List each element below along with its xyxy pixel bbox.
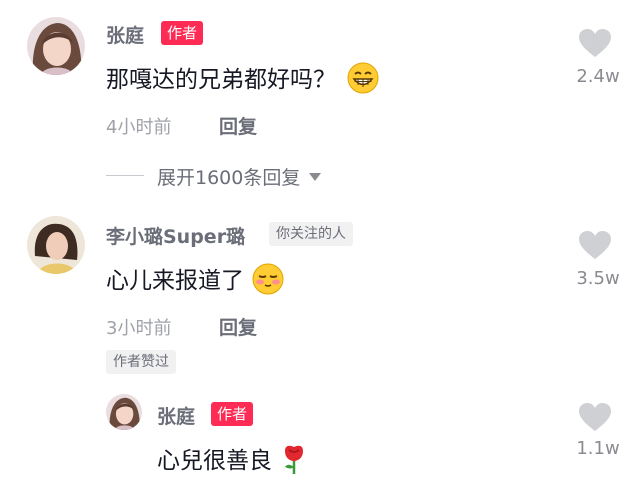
like-button[interactable] <box>578 28 618 62</box>
caret-down-icon <box>308 167 322 186</box>
comment-text: 心儿来报道了 <box>106 261 284 301</box>
avatar[interactable] <box>27 17 85 75</box>
author-liked-badge: 作者赞过 <box>106 350 176 374</box>
comment-username[interactable]: 李小璐Super璐 <box>106 222 245 249</box>
comment-time: 3小时前 <box>106 318 172 339</box>
comment-time: 4小时前 <box>106 117 172 138</box>
like-count: 3.5w <box>576 268 620 289</box>
heart-icon <box>579 231 611 259</box>
like-button[interactable] <box>578 402 618 436</box>
avatar[interactable] <box>106 394 142 430</box>
reply-button[interactable]: 回复 <box>219 313 257 340</box>
author-badge: 作者 <box>211 402 254 426</box>
like-count: 1.1w <box>576 438 620 459</box>
comment-username[interactable]: 张庭 <box>106 21 144 48</box>
reply-text: 心兒很善良 <box>157 441 307 481</box>
grin-emoji-icon <box>347 62 379 100</box>
like-count: 2.4w <box>576 66 620 87</box>
avatar[interactable] <box>27 216 85 274</box>
expand-replies-label: 展开1600条回复 <box>157 167 301 189</box>
following-badge: 你关注的人 <box>269 222 353 246</box>
rose-icon <box>281 443 307 481</box>
shy-emoji-icon <box>252 263 284 301</box>
comment-text-body: 那嘎达的兄弟都好吗？ <box>106 67 336 93</box>
comment-text: 那嘎达的兄弟都好吗？ <box>106 60 379 100</box>
like-button[interactable] <box>578 230 618 264</box>
reply-button[interactable]: 回复 <box>219 112 257 139</box>
expand-replies-button[interactable]: 展开1600条回复 <box>157 163 322 190</box>
reply-text-body: 心兒很善良 <box>157 448 272 474</box>
heart-icon <box>579 403 611 431</box>
comment-text-body: 心儿来报道了 <box>106 268 244 294</box>
author-badge: 作者 <box>161 21 204 45</box>
heart-icon <box>579 29 611 57</box>
divider-line <box>106 175 144 176</box>
reply-username[interactable]: 张庭 <box>157 402 195 429</box>
